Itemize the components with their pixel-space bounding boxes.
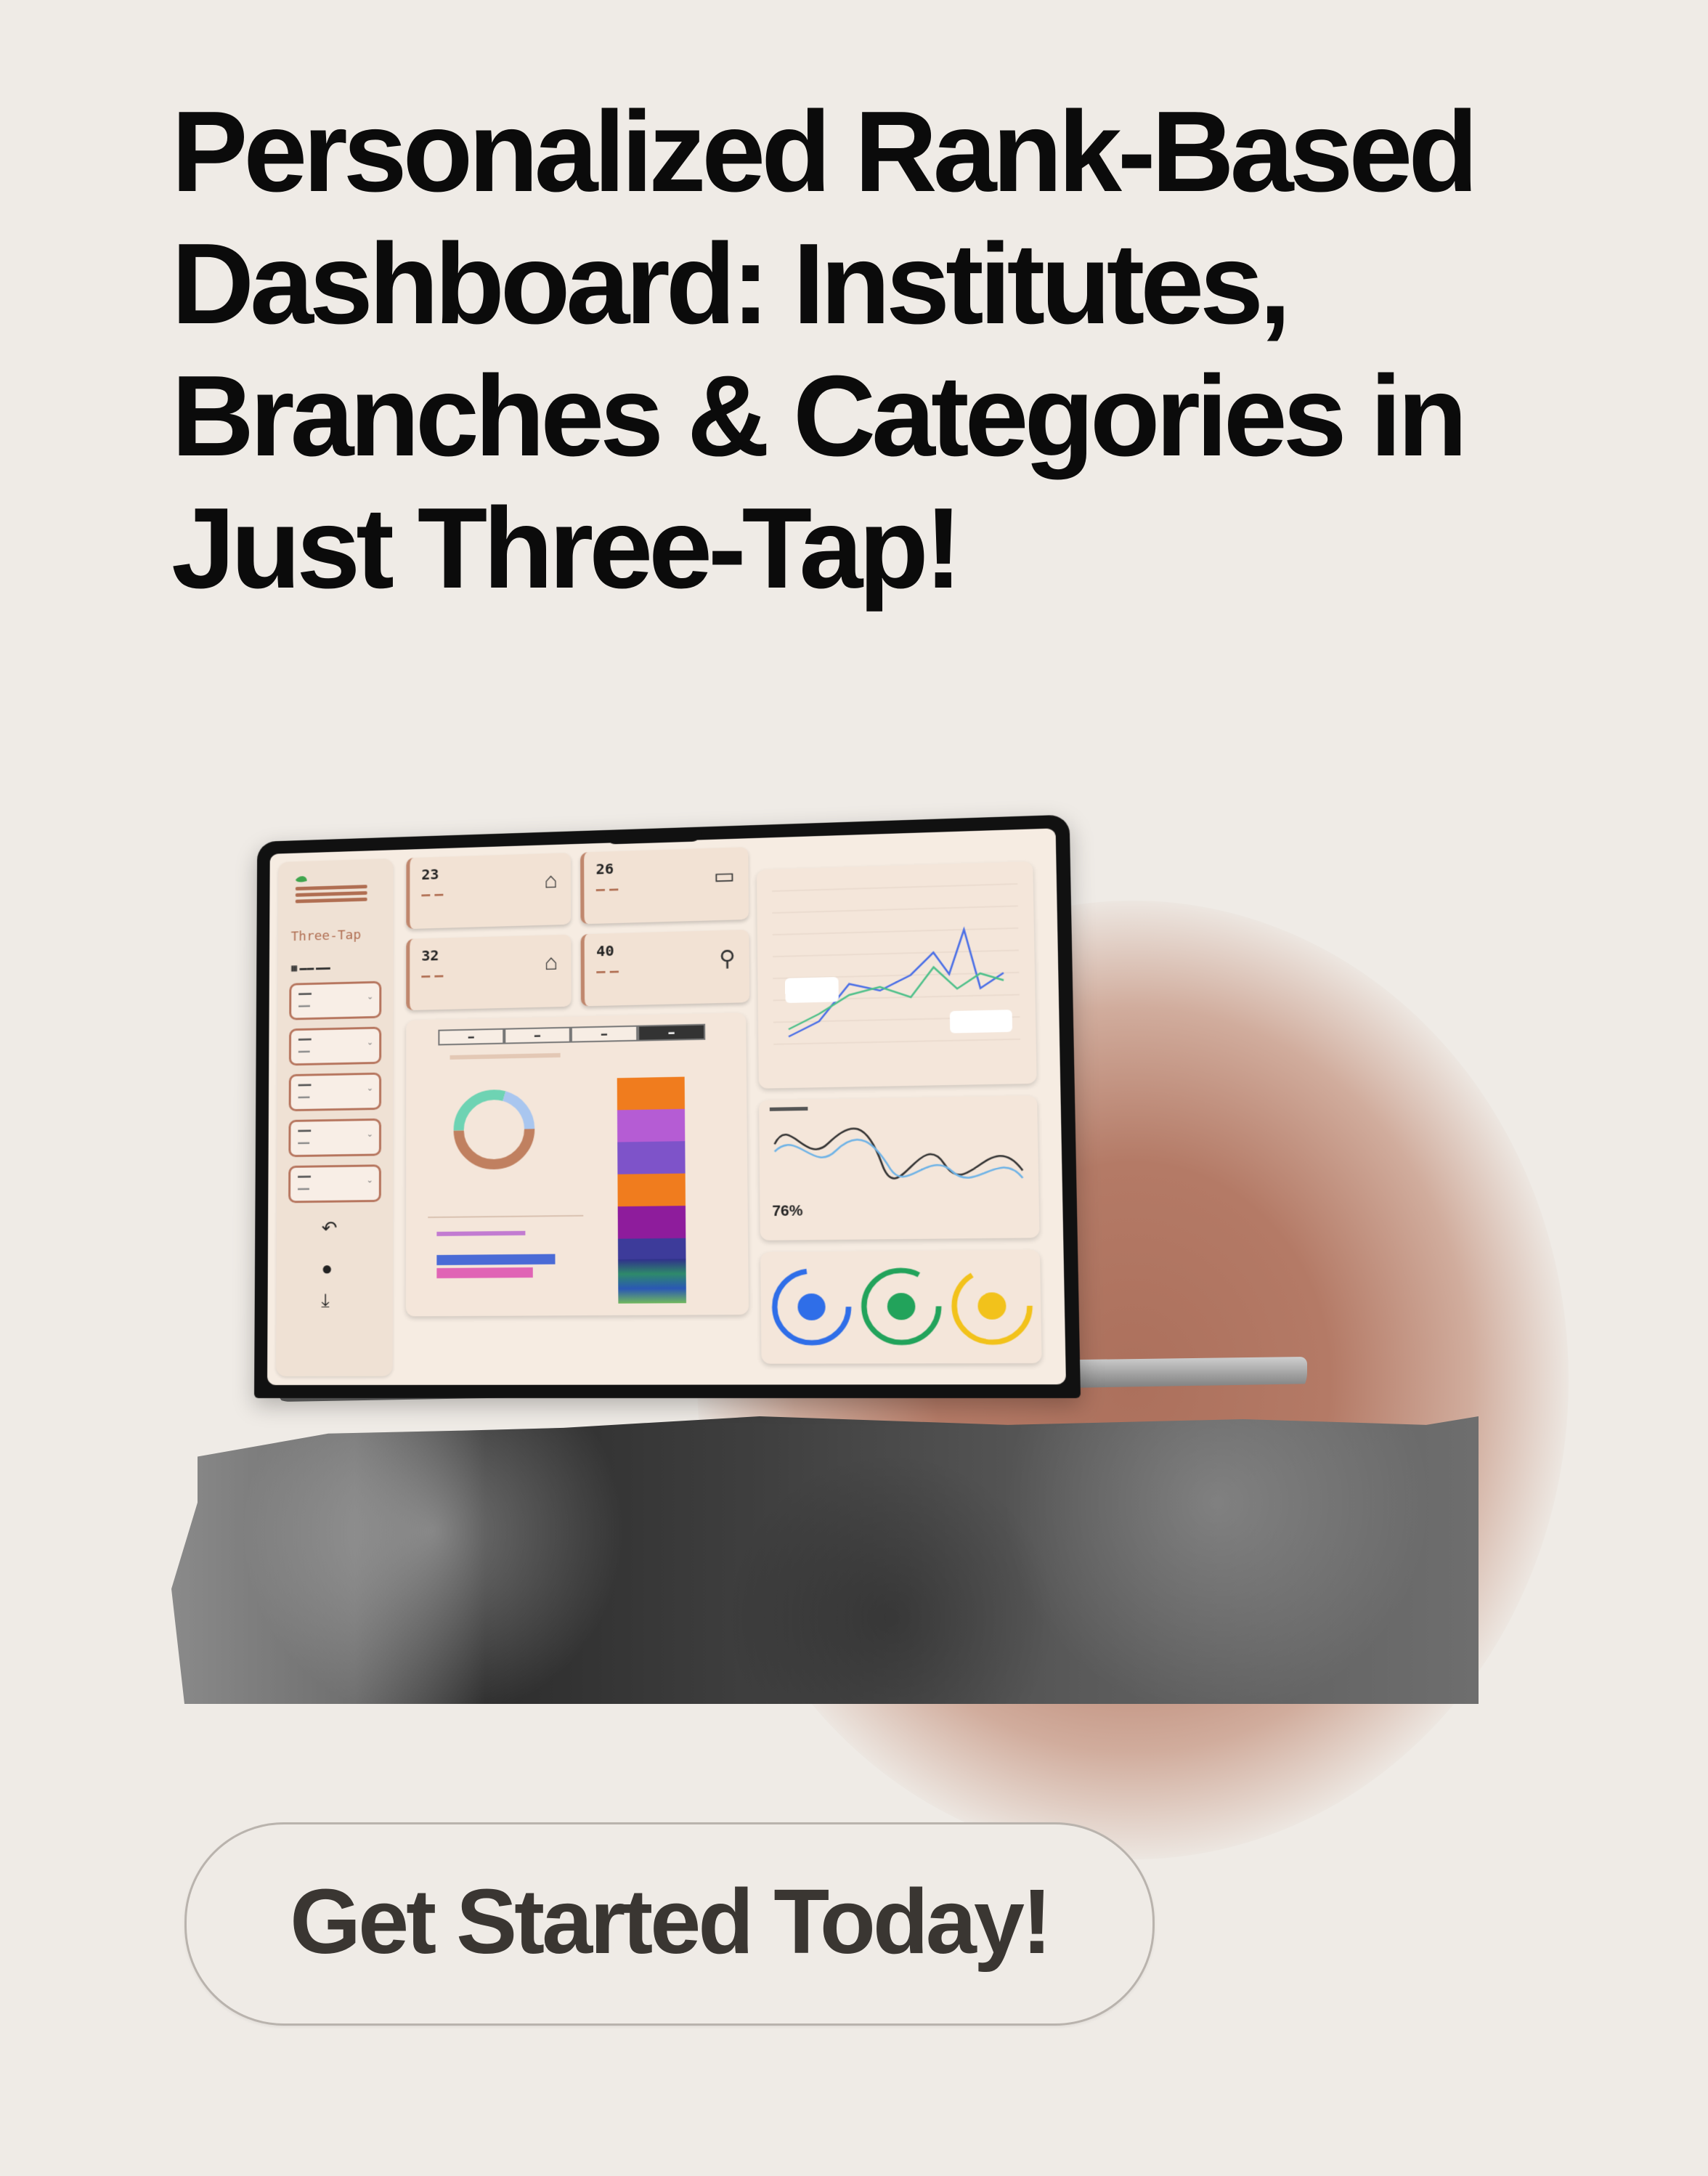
filter-select-4[interactable]: ▬▬ ▬▬ ⌄ <box>288 1118 382 1158</box>
year-tabs: ▬ ▬ ▬ ▬ <box>438 1023 706 1046</box>
gauges-panel <box>760 1249 1042 1364</box>
trend-line-chart <box>757 861 1037 1089</box>
dashboard-sidebar: Three-Tap ▦ ▬▬ ▬▬ ▬▬ ▬▬ ⌄ ▬▬ ▬▬ ⌄ ▬▬ ▬▬ ⌄ ▬▬ ▬▬… <box>276 858 394 1377</box>
stat-card-value: 40 <box>596 941 614 960</box>
year-tab[interactable]: ▬ <box>570 1025 638 1043</box>
gauges <box>760 1250 1042 1364</box>
filter-select-3[interactable]: ▬▬ ▬▬ ⌄ <box>288 1072 382 1112</box>
get-started-button[interactable]: Get Started Today! <box>184 1822 1155 2026</box>
stat-card-value: 32 <box>421 946 439 965</box>
stat-card-value: 26 <box>595 860 614 878</box>
category-donut-chart <box>420 1052 598 1279</box>
year-tab[interactable]: ▬ <box>438 1028 505 1046</box>
chevron-down-icon: ⌄ <box>366 1176 373 1185</box>
stat-card-1: 23 ▬▬ ▬▬ ⌂ <box>406 853 572 930</box>
year-tab[interactable]: ▬ <box>638 1023 706 1042</box>
submit-icon[interactable]: ● <box>321 1257 333 1280</box>
category-panel: ▬ ▬ ▬ ▬ <box>405 1012 749 1317</box>
headline: Personalized Rank-Based Dashboard: Insti… <box>171 86 1551 614</box>
stat-card-4: 40 ▬▬ ▬▬ ⚲ <box>580 929 750 1007</box>
trend-line-panel <box>756 861 1037 1089</box>
chevron-down-icon: ⌄ <box>366 1084 374 1093</box>
stat-card-label: ▬▬ ▬▬ <box>596 967 619 977</box>
laptop-screen: Three-Tap ▦ ▬▬ ▬▬ ▬▬ ▬▬ ⌄ ▬▬ ▬▬ ⌄ ▬▬ ▬▬ ⌄ ▬▬ ▬▬… <box>254 814 1081 1398</box>
filter-section-title: ▦ ▬▬ ▬▬ <box>290 963 330 973</box>
stat-card-2: 26 ▬▬ ▬▬ ▭ <box>580 847 749 925</box>
year-tab[interactable]: ▬ <box>504 1026 571 1044</box>
filter-select-2[interactable]: ▬▬ ▬▬ ⌄ <box>288 1026 382 1066</box>
stat-card-label: ▬▬ ▬▬ <box>421 972 444 981</box>
stacked-bar <box>617 1076 686 1304</box>
filter-select-1[interactable]: ▬▬ ▬▬ ⌄ <box>289 981 382 1020</box>
filter-select-5[interactable]: ▬▬ ▬▬ ⌄ <box>288 1164 381 1203</box>
stat-card-value: 23 <box>421 865 439 883</box>
reset-icon[interactable]: ↶ <box>322 1217 338 1239</box>
headline-line-1: Personalized Rank-Based <box>171 88 1479 216</box>
rocket-icon: ⚲ <box>718 946 736 972</box>
chevron-down-icon: ⌄ <box>367 992 374 1002</box>
computer-icon: ▭ <box>713 864 736 889</box>
stat-card-3: 32 ▬▬ ▬▬ ⌂ <box>406 934 572 1011</box>
chevron-down-icon: ⌄ <box>367 1038 374 1047</box>
metric-percent: 76% <box>772 1203 803 1220</box>
building-icon: ⌂ <box>544 869 558 893</box>
headline-line-3: Branches & Categories in <box>171 352 1468 480</box>
stat-card-label: ▬▬ ▬▬ <box>595 885 619 895</box>
chevron-down-icon: ⌄ <box>366 1129 373 1139</box>
headline-line-4: Just Three-Tap! <box>171 484 962 612</box>
rock-pedestal <box>171 1416 1479 1704</box>
campus-icon: ⌂ <box>544 950 558 975</box>
dashboard-display: Three-Tap ▦ ▬▬ ▬▬ ▬▬ ▬▬ ⌄ ▬▬ ▬▬ ⌄ ▬▬ ▬▬ ⌄ ▬▬ ▬▬… <box>267 828 1066 1386</box>
download-icon[interactable]: ⤓ <box>321 1289 330 1312</box>
metric-wave-chart <box>769 1106 1039 1203</box>
headline-line-2: Dashboard: Institutes, <box>171 220 1291 348</box>
metric-wave-panel: 76% <box>759 1095 1040 1241</box>
stat-card-label: ▬▬ ▬▬ <box>421 890 444 900</box>
logo-mark-icon <box>295 876 367 904</box>
logo-text: Three-Tap <box>290 927 362 945</box>
